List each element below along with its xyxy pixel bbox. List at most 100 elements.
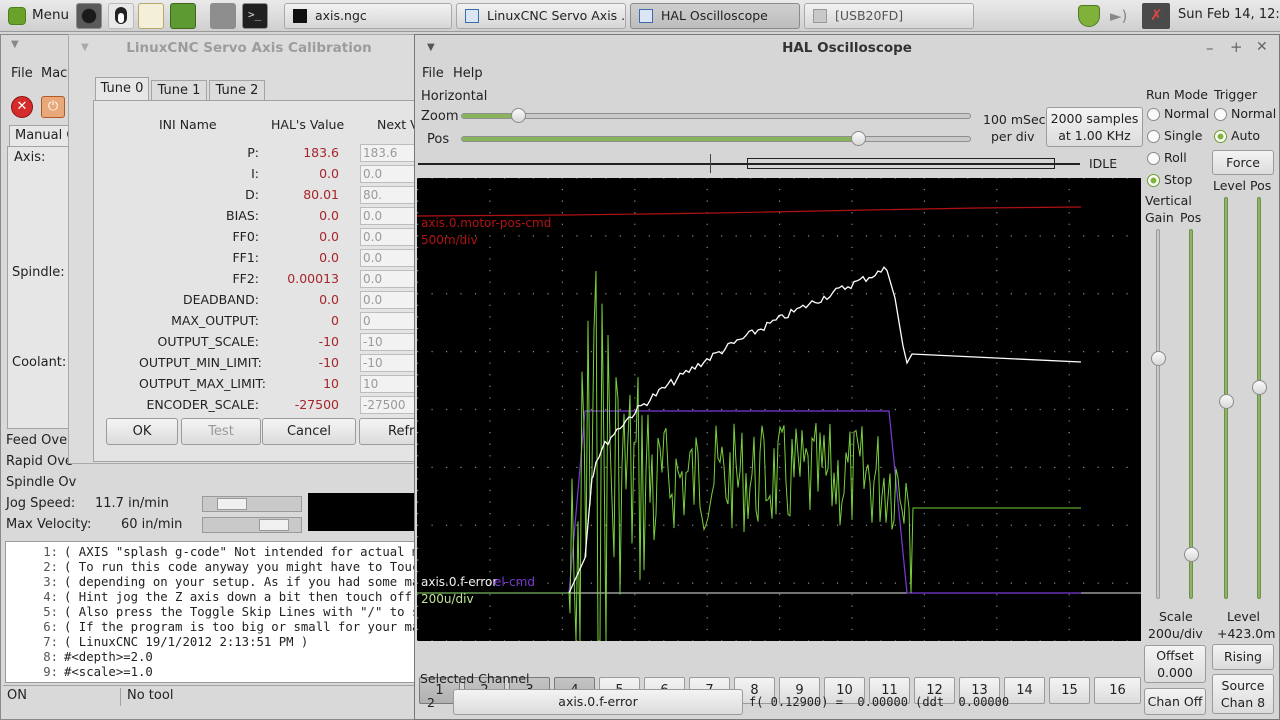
hal-value: 0.0 bbox=[319, 250, 339, 265]
run-mode-radio[interactable] bbox=[1147, 130, 1160, 143]
chan-off-button[interactable]: Chan Off bbox=[1144, 688, 1206, 715]
next-value-field[interactable]: 10 bbox=[360, 375, 420, 393]
gcode-line[interactable]: 5: ( Also press the Toggle Skip Lines wit… bbox=[6, 605, 414, 620]
monitor-launcher-icon[interactable] bbox=[170, 3, 196, 29]
trigger-mode-radio[interactable] bbox=[1214, 130, 1227, 143]
network-offline-icon[interactable]: ✗ bbox=[1142, 3, 1170, 29]
run-mode-radio[interactable] bbox=[1147, 152, 1160, 165]
hal-value: -10 bbox=[318, 334, 339, 349]
slider-thumb[interactable] bbox=[1151, 351, 1166, 366]
next-value-field[interactable]: 0.0 bbox=[360, 249, 420, 267]
update-shield-icon[interactable] bbox=[1078, 5, 1100, 27]
next-value-field[interactable]: -10 bbox=[360, 354, 420, 372]
run-mode-option[interactable]: Normal bbox=[1164, 106, 1209, 121]
next-value-field[interactable]: 0.0 bbox=[360, 165, 420, 183]
next-value-field[interactable]: -27500 bbox=[360, 396, 420, 414]
close-icon[interactable]: ✕ bbox=[1256, 39, 1268, 55]
trigger-mode-radio[interactable] bbox=[1214, 108, 1227, 121]
next-value-field[interactable]: 0.0 bbox=[360, 291, 420, 309]
trace-f-error bbox=[568, 266, 1082, 594]
tab-tune-2[interactable]: Tune 2 bbox=[209, 80, 265, 101]
terminal-launcher-icon[interactable]: >_ bbox=[242, 3, 268, 29]
rising-button[interactable]: Rising bbox=[1212, 644, 1274, 670]
vertical-pos-slider[interactable] bbox=[1189, 229, 1193, 599]
run-mode-radio[interactable] bbox=[1147, 174, 1160, 187]
text-editor-launcher-icon[interactable] bbox=[138, 3, 164, 29]
test-button[interactable]: Test bbox=[181, 418, 261, 445]
slider-thumb[interactable] bbox=[1184, 547, 1199, 562]
max-velocity-value: 60 in/min bbox=[121, 517, 183, 532]
ok-button[interactable]: OK bbox=[106, 418, 178, 445]
gcode-line[interactable]: 2: ( To run this code anyway you might ha… bbox=[6, 560, 414, 575]
gcode-line[interactable]: 8: #<depth>=2.0 bbox=[6, 650, 153, 665]
hal-value: 0.0 bbox=[319, 229, 339, 244]
tab-tune-1[interactable]: Tune 1 bbox=[151, 80, 207, 101]
run-mode-option[interactable]: Single bbox=[1164, 128, 1202, 143]
next-value-field[interactable]: 183.6 bbox=[360, 144, 420, 162]
slider-thumb[interactable] bbox=[510, 108, 526, 123]
penguin-launcher-icon[interactable] bbox=[108, 3, 134, 29]
slider-thumb[interactable] bbox=[1219, 394, 1234, 409]
cancel-button[interactable]: Cancel bbox=[262, 418, 356, 445]
next-value-field[interactable]: 80. bbox=[360, 186, 420, 204]
channel-button-14[interactable]: 14 bbox=[1004, 677, 1045, 704]
taskbar-item-scope[interactable]: HAL Oscilloscope bbox=[630, 3, 800, 29]
trigger-mode-option[interactable]: Auto bbox=[1231, 128, 1260, 143]
menu-file[interactable]: File bbox=[422, 66, 444, 81]
gcode-line[interactable]: 6: ( If the program is too big or small f… bbox=[6, 620, 414, 635]
selected-channel-name[interactable]: axis.0.f-error bbox=[453, 689, 743, 715]
channel-button-16[interactable]: 16 bbox=[1094, 677, 1141, 704]
channel-button-15[interactable]: 15 bbox=[1049, 677, 1090, 704]
gcode-line[interactable]: 4: ( Hint jog the Z axis down a bit then … bbox=[6, 590, 414, 605]
estop-icon[interactable]: ✕ bbox=[11, 96, 33, 118]
preview-area[interactable] bbox=[308, 493, 416, 531]
run-mode-radio[interactable] bbox=[1147, 108, 1160, 121]
menu-button[interactable]: Menu bbox=[4, 3, 70, 29]
gcode-line[interactable]: 1: ( AXIS "splash g-code" Not intended fo… bbox=[6, 545, 414, 560]
zoom-slider[interactable] bbox=[461, 108, 971, 123]
camera-launcher-icon[interactable] bbox=[76, 3, 102, 29]
gcode-line[interactable]: 9: #<scale>=1.0 bbox=[6, 665, 153, 680]
next-value-field[interactable]: 0 bbox=[360, 312, 420, 330]
gain-slider[interactable] bbox=[1156, 229, 1160, 599]
force-button[interactable]: Force bbox=[1212, 150, 1274, 175]
samples-button[interactable]: 2000 samples at 1.00 KHz bbox=[1046, 107, 1143, 147]
line-number: 3: bbox=[43, 575, 58, 589]
tab-tune-0[interactable]: Tune 0 bbox=[95, 77, 149, 101]
pos-slider[interactable] bbox=[461, 131, 971, 146]
next-value-field[interactable]: 0.0 bbox=[360, 270, 420, 288]
window-menu-arrow-icon[interactable]: ▼ bbox=[11, 39, 19, 50]
menu-help[interactable]: Help bbox=[453, 66, 483, 81]
slider-thumb[interactable] bbox=[259, 519, 289, 531]
maximize-icon[interactable]: + bbox=[1230, 38, 1243, 56]
next-value-field[interactable]: 0.0 bbox=[360, 207, 420, 225]
slider-thumb[interactable] bbox=[1252, 380, 1267, 395]
power-icon[interactable]: ⏻ bbox=[41, 96, 65, 118]
gcode-line[interactable]: 3: ( depending on your setup. As if you h… bbox=[6, 575, 414, 590]
gcode-line[interactable]: 7: ( LinuxCNC 19/1/2012 2:13:51 PM ) bbox=[6, 635, 308, 650]
menu-file[interactable]: File bbox=[11, 66, 33, 81]
clock[interactable]: Sun Feb 14, 12:59 bbox=[1178, 7, 1280, 22]
minimize-icon[interactable]: – bbox=[1206, 39, 1214, 57]
run-mode-option[interactable]: Stop bbox=[1164, 172, 1192, 187]
next-value-field[interactable]: 0.0 bbox=[360, 228, 420, 246]
max-velocity-slider[interactable] bbox=[202, 517, 302, 533]
trigger-pos-slider[interactable] bbox=[1257, 197, 1261, 599]
source-button[interactable]: Source Chan 8 bbox=[1212, 674, 1274, 714]
volume-icon[interactable]: ►) bbox=[1110, 8, 1132, 24]
trigger-mode-option[interactable]: Normal bbox=[1231, 106, 1276, 121]
run-mode-option[interactable]: Roll bbox=[1164, 150, 1187, 165]
taskbar-item-calibration[interactable]: LinuxCNC Servo Axis ... bbox=[456, 3, 626, 29]
slider-fill bbox=[462, 114, 518, 118]
slider-thumb[interactable] bbox=[851, 131, 867, 146]
next-value-field[interactable]: -10 bbox=[360, 333, 420, 351]
taskbar-item-axis[interactable]: axis.ngc bbox=[284, 3, 452, 29]
show-desktop-icon[interactable] bbox=[210, 3, 236, 29]
zoom-label: Zoom bbox=[421, 109, 459, 124]
gcode-listing[interactable]: 1: ( AXIS "splash g-code" Not intended fo… bbox=[5, 541, 415, 683]
taskbar-item-usb[interactable]: [USB20FD] bbox=[804, 3, 974, 29]
slider-thumb[interactable] bbox=[216, 498, 247, 510]
scope-display[interactable]: axis.0.motor-pos-cmd 500m/div axis.0.f-e… bbox=[417, 178, 1141, 641]
offset-button[interactable]: Offset 0.000 bbox=[1144, 645, 1206, 683]
jog-speed-slider[interactable] bbox=[202, 496, 302, 512]
